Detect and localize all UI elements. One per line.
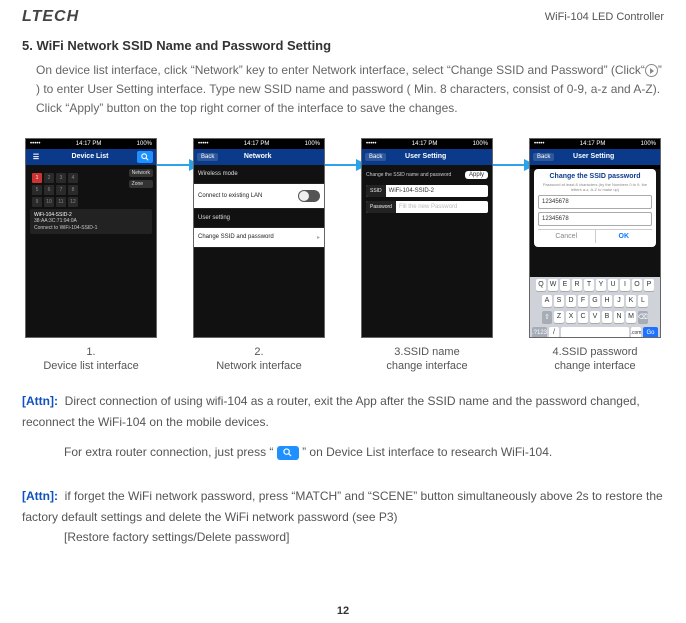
key-delete[interactable]: ⌫ <box>638 311 648 323</box>
row-user-setting: User setting <box>194 209 324 228</box>
ok-button[interactable]: OK <box>596 230 653 243</box>
key-o[interactable]: O <box>632 279 642 291</box>
row-connect-lan[interactable]: Connect to existing LAN <box>194 184 324 209</box>
caption-4: 4.SSID passwordchange interface <box>553 337 638 374</box>
key-g[interactable]: G <box>590 295 600 307</box>
key-go[interactable]: Go <box>643 327 658 337</box>
change-password-dialog: Change the SSID password Password at lea… <box>534 169 656 247</box>
key-123[interactable]: .?123 <box>532 327 547 337</box>
screen-network: •••••14:17 PM100% Back Network Wireless … <box>194 139 324 337</box>
key-h[interactable]: H <box>602 295 612 307</box>
key-b[interactable]: B <box>602 311 612 323</box>
row-wireless-mode: Wireless mode <box>194 165 324 184</box>
cancel-button[interactable]: Cancel <box>538 230 596 243</box>
password-input[interactable]: Fill the new Password <box>396 201 488 213</box>
network-button[interactable]: Network <box>129 169 153 177</box>
caption-1: 1.Device list interface <box>43 337 138 374</box>
key-space[interactable] <box>561 327 629 337</box>
screenshots-row: •••••14:17 PM100% ☰ Device List Network … <box>0 119 686 374</box>
nav-title: Device List <box>72 153 109 160</box>
keyboard: QWERTYUIOP ASDFGHJKL ⇧ZXCVBNM⌫ .?123 / .… <box>530 277 660 337</box>
key-t[interactable]: T <box>584 279 594 291</box>
search-icon <box>277 446 299 460</box>
hamburger-icon[interactable]: ☰ <box>29 153 43 161</box>
page-number: 12 <box>0 605 686 617</box>
toggle-icon[interactable] <box>298 190 320 202</box>
nav-title: Network <box>244 153 272 160</box>
row-change-ssid[interactable]: Change SSID and password▸ <box>194 228 324 248</box>
password-field-row: Password Fill the new Password <box>366 201 488 213</box>
back-button[interactable]: Back <box>365 153 386 161</box>
attn-1: [Attn]: Direct connection of using wifi-… <box>0 373 686 462</box>
doc-title: WiFi-104 LED Controller <box>545 11 664 23</box>
section-body: On device list interface, click “Network… <box>0 59 686 119</box>
key-i[interactable]: I <box>620 279 630 291</box>
caption-2: 2.Network interface <box>216 337 302 374</box>
device-item[interactable]: WiFi-104-SSID-2 38:AA:3C:71:94:0A Connec… <box>30 209 152 235</box>
password-field-2[interactable]: 12345678 <box>538 212 652 226</box>
chevron-right-icon: ▸ <box>317 234 320 241</box>
back-button[interactable]: Back <box>533 153 554 161</box>
key-slash[interactable]: / <box>549 327 559 337</box>
key-e[interactable]: E <box>560 279 570 291</box>
key-j[interactable]: J <box>614 295 624 307</box>
key-f[interactable]: F <box>578 295 588 307</box>
play-icon <box>645 64 658 77</box>
key-s[interactable]: S <box>554 295 564 307</box>
key-shift[interactable]: ⇧ <box>542 311 552 323</box>
key-w[interactable]: W <box>548 279 558 291</box>
key-d[interactable]: D <box>566 295 576 307</box>
key-r[interactable]: R <box>572 279 582 291</box>
nav-title: User Setting <box>573 153 614 160</box>
brand-logo: LTECH <box>22 8 79 26</box>
back-button[interactable]: Back <box>197 153 218 161</box>
side-buttons: Network Zone <box>129 169 153 188</box>
key-p[interactable]: P <box>644 279 654 291</box>
key-y[interactable]: Y <box>596 279 606 291</box>
nav-title: User Setting <box>405 153 446 160</box>
key-n[interactable]: N <box>614 311 624 323</box>
screen-device-list: •••••14:17 PM100% ☰ Device List Network … <box>26 139 156 337</box>
ssid-input[interactable]: WiFi-104-SSID-2 <box>386 185 488 197</box>
key-z[interactable]: Z <box>554 311 564 323</box>
ssid-field-row: SSID WiFi-104-SSID-2 <box>366 185 488 197</box>
caption-3: 3.SSID namechange interface <box>386 337 467 374</box>
apply-button[interactable]: Apply <box>465 171 488 179</box>
key-m[interactable]: M <box>626 311 636 323</box>
key-c[interactable]: C <box>578 311 588 323</box>
key-q[interactable]: Q <box>536 279 546 291</box>
key-l[interactable]: L <box>638 295 648 307</box>
key-u[interactable]: U <box>608 279 618 291</box>
screen-user-setting: •••••14:17 PM100% Back User Setting Chan… <box>362 139 492 337</box>
attn-2: [Attn]: if forget the WiFi network passw… <box>0 462 686 547</box>
key-v[interactable]: V <box>590 311 600 323</box>
section-heading: 5. WiFi Network SSID Name and Password S… <box>0 26 686 59</box>
search-icon[interactable] <box>137 151 153 163</box>
key-k[interactable]: K <box>626 295 636 307</box>
key-x[interactable]: X <box>566 311 576 323</box>
key-a[interactable]: A <box>542 295 552 307</box>
zone-button[interactable]: Zone <box>129 180 153 188</box>
password-field-1[interactable]: 12345678 <box>538 195 652 209</box>
screen-ssid-password: •••••14:17 PM100% Back User Setting Chan… <box>530 139 660 337</box>
key-com[interactable]: .com <box>631 327 641 337</box>
